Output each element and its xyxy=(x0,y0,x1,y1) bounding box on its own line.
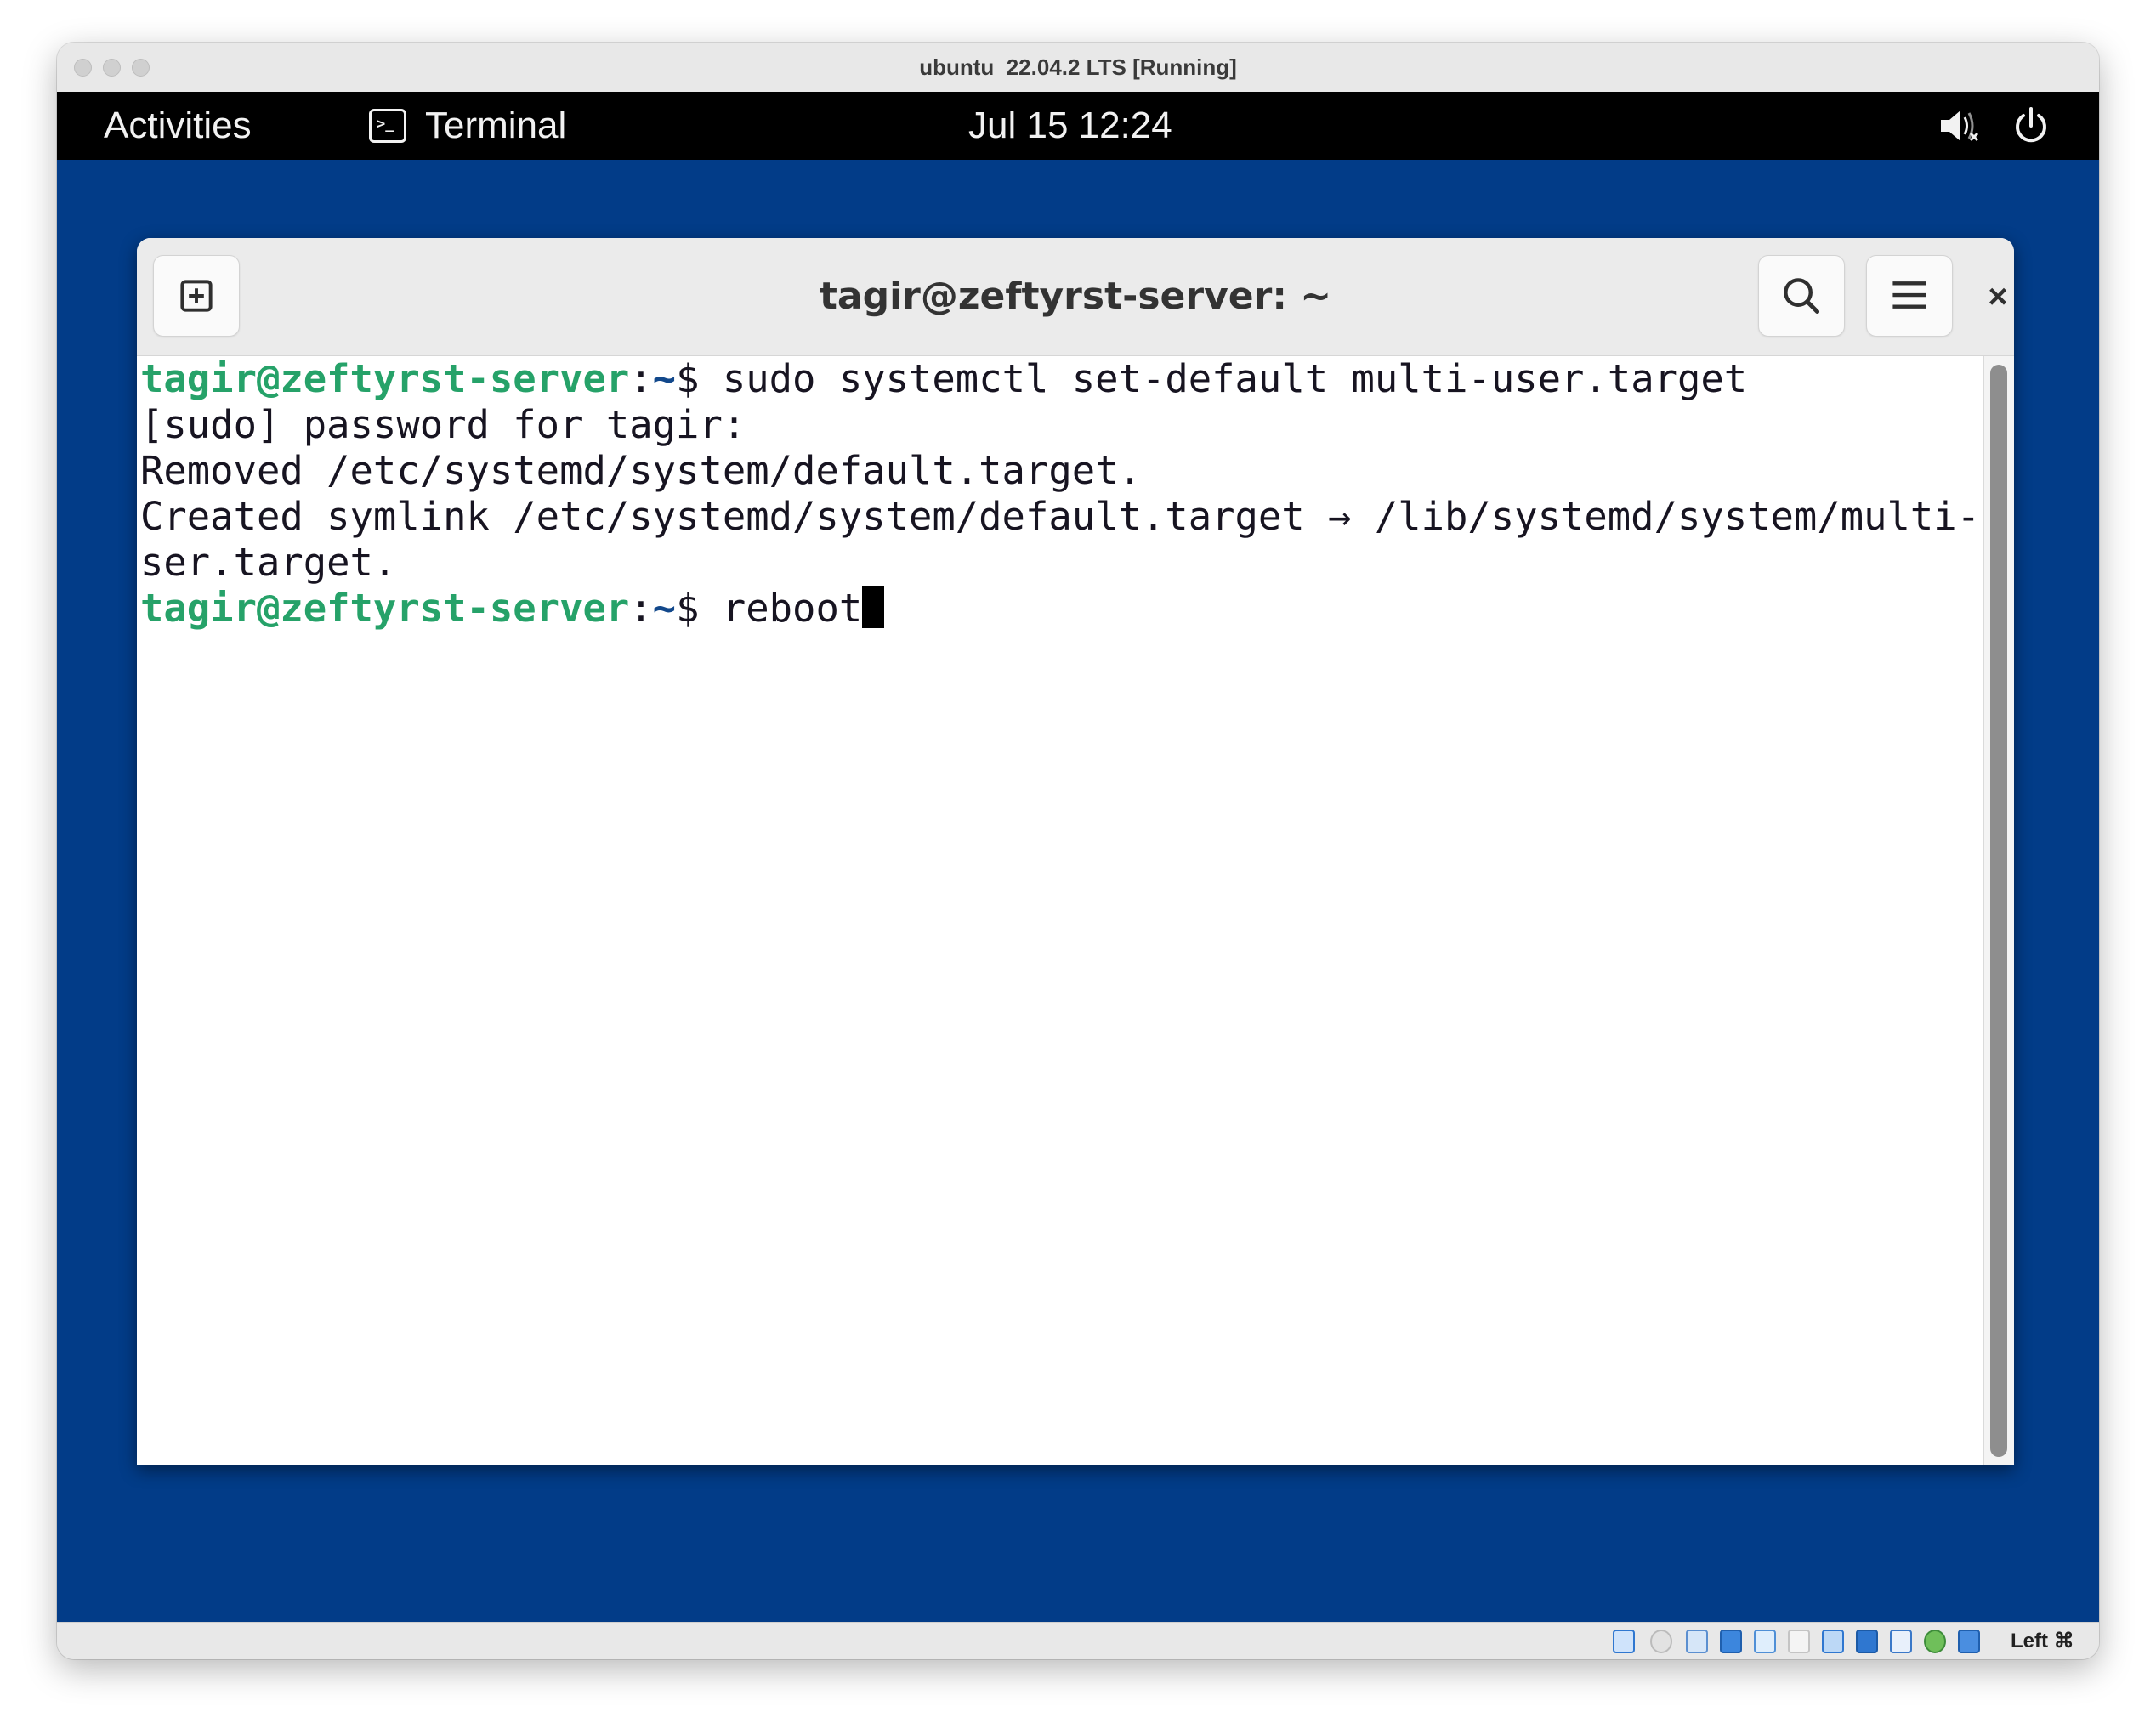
terminal-title: tagir@zeftyrst-server: ~ xyxy=(819,275,1332,318)
terminal-app-icon: >_ xyxy=(369,109,406,143)
clock[interactable]: Jul 15 12:24 xyxy=(968,92,1172,160)
power-icon[interactable] xyxy=(2009,105,2053,146)
search-icon xyxy=(1784,278,1820,315)
prompt-path: ~ xyxy=(652,586,677,631)
vm-title: ubuntu_22.04.2 LTS [Running] xyxy=(919,54,1237,80)
terminal-line: [sudo] password for tagir: xyxy=(140,402,746,447)
recording-icon[interactable] xyxy=(1890,1630,1912,1653)
shared-folders-icon[interactable] xyxy=(1788,1630,1810,1653)
terminal-headerbar[interactable]: tagir@zeftyrst-server: ~ × xyxy=(137,238,2014,356)
guest-desktop: Activities >_ Terminal Jul 15 12:24 tagi… xyxy=(57,92,2099,1622)
prompt-user: tagir@zeftyrst-server xyxy=(140,586,630,631)
command-text: reboot xyxy=(722,586,863,631)
scrollbar-thumb[interactable] xyxy=(1990,365,2007,1457)
vm-status-bar: Left ⌘ xyxy=(57,1622,2099,1659)
vm-titlebar[interactable]: ubuntu_22.04.2 LTS [Running] xyxy=(57,43,2099,93)
gnome-top-bar: Activities >_ Terminal Jul 15 12:24 xyxy=(57,92,2099,160)
terminal-window[interactable]: tagir@zeftyrst-server: ~ × tagir@zeftyrs… xyxy=(137,238,2014,1465)
prompt-separator: : xyxy=(629,356,653,401)
virtualbox-window: ubuntu_22.04.2 LTS [Running] Activities … xyxy=(57,43,2099,1659)
download-icon[interactable] xyxy=(1958,1630,1980,1653)
volume-muted-icon[interactable] xyxy=(1938,105,1982,146)
app-menu-label: Terminal xyxy=(425,105,567,146)
command-text: sudo systemctl set-default multi-user.ta… xyxy=(722,356,1748,401)
terminal-line: ser.target. xyxy=(140,540,397,585)
close-icon[interactable]: × xyxy=(1973,272,2014,321)
audio-icon[interactable] xyxy=(1686,1630,1708,1653)
cpu-icon[interactable] xyxy=(1924,1630,1946,1653)
search-button[interactable] xyxy=(1758,255,1845,337)
hamburger-menu-icon xyxy=(1892,281,1926,309)
activities-button[interactable]: Activities xyxy=(104,92,252,160)
host-key-label[interactable]: Left ⌘ xyxy=(2011,1623,2074,1659)
optical-disk-icon[interactable] xyxy=(1650,1630,1672,1653)
network-icon[interactable] xyxy=(1720,1630,1742,1653)
screen-capture-icon[interactable] xyxy=(1856,1630,1878,1653)
terminal-line: tagir@zeftyrst-server:~$ sudo systemctl … xyxy=(140,356,1747,402)
prompt-separator: : xyxy=(629,586,653,631)
prompt-user: tagir@zeftyrst-server xyxy=(140,356,630,401)
prompt-path: ~ xyxy=(652,356,677,401)
terminal-line: Created symlink /etc/systemd/system/defa… xyxy=(140,494,2004,539)
hard-disk-icon[interactable] xyxy=(1613,1630,1635,1653)
terminal-line: Removed /etc/systemd/system/default.targ… xyxy=(140,448,1142,493)
text-cursor xyxy=(862,586,885,628)
terminal-line: tagir@zeftyrst-server:~$ reboot xyxy=(140,586,885,632)
prompt-symbol: $ xyxy=(676,356,723,401)
terminal-output[interactable]: tagir@zeftyrst-server:~$ sudo systemctl … xyxy=(137,356,2003,1465)
main-menu-button[interactable] xyxy=(1866,255,1953,337)
usb-icon[interactable] xyxy=(1754,1630,1776,1653)
prompt-symbol: $ xyxy=(676,586,723,631)
display-icon[interactable] xyxy=(1822,1630,1844,1653)
